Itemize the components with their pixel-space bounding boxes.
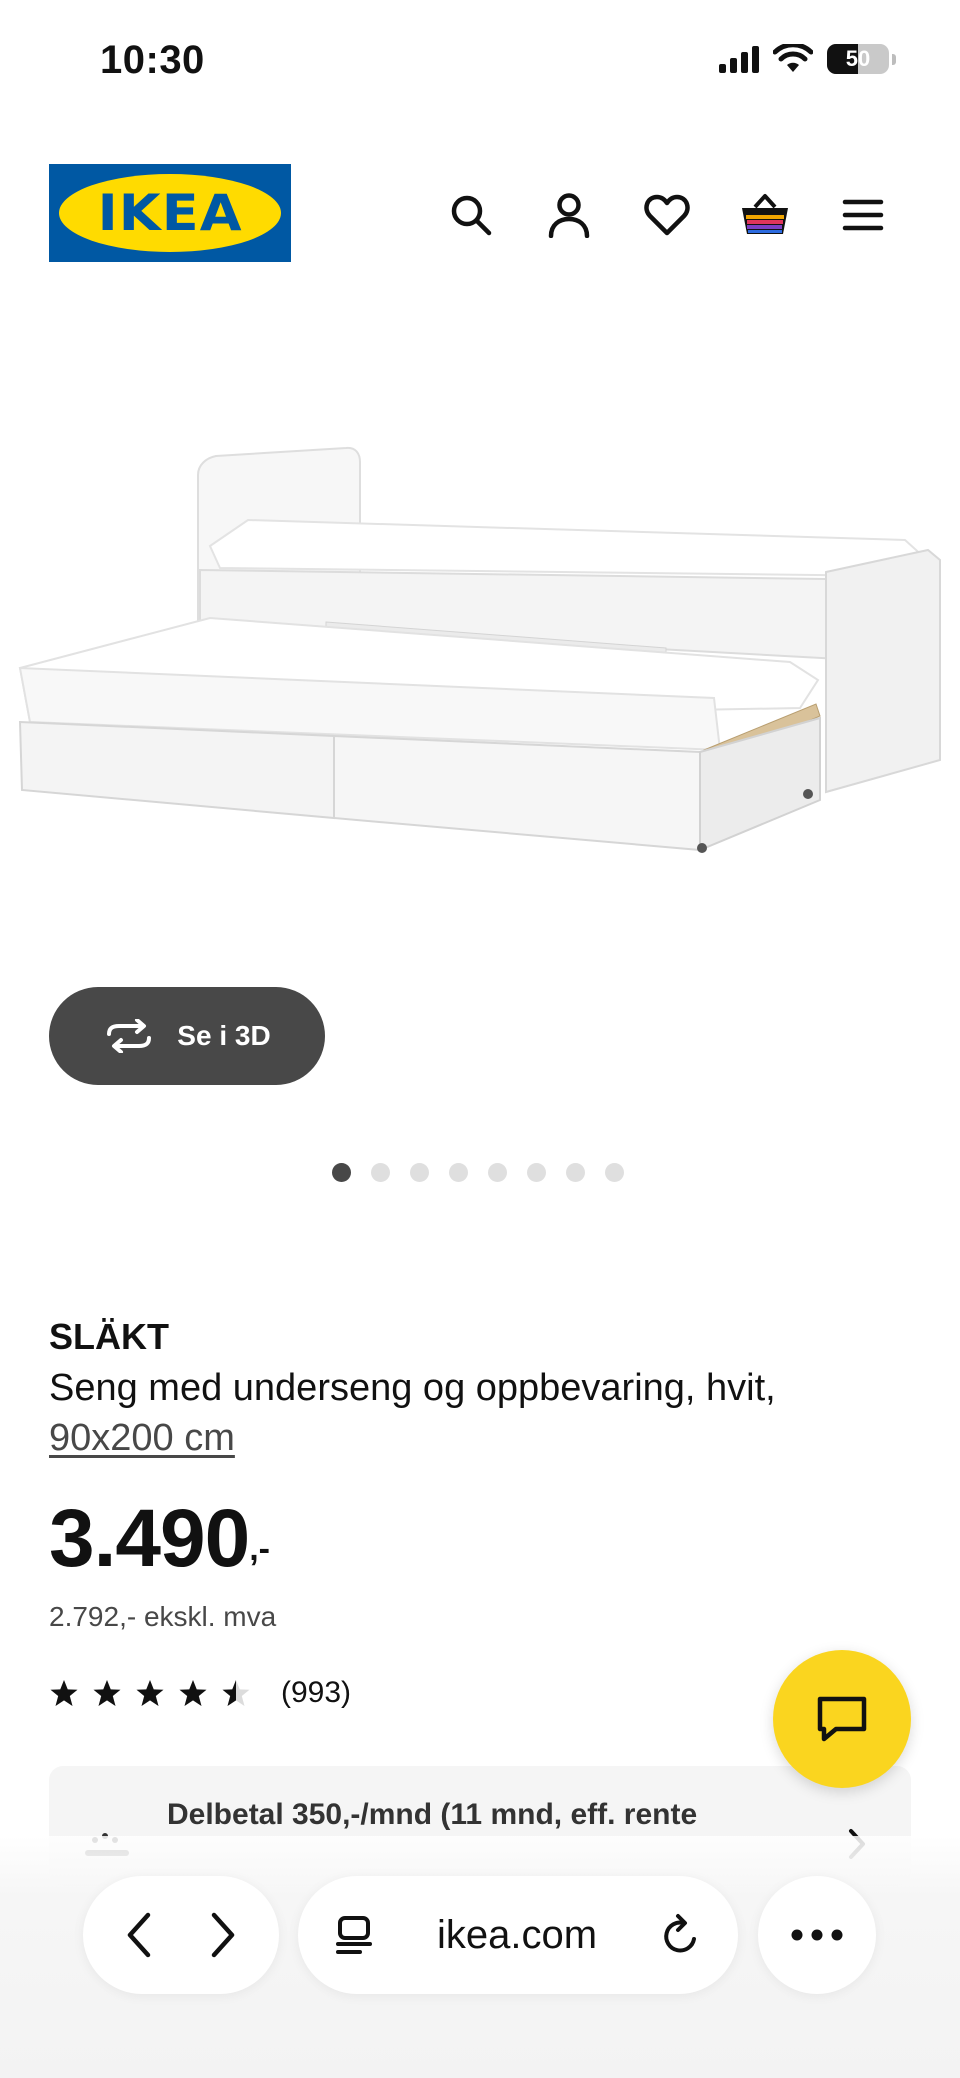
star-icon [136, 1680, 164, 1706]
price-suffix: ,- [249, 1530, 270, 1568]
carousel-dot[interactable] [605, 1163, 624, 1182]
favorites-icon[interactable] [638, 186, 696, 244]
chat-icon [817, 1696, 867, 1742]
url-text: ikea.com [436, 1912, 598, 1957]
account-icon[interactable] [540, 186, 598, 244]
product-price: 3.490 ,- [49, 1494, 270, 1584]
carousel-dot[interactable] [410, 1163, 429, 1182]
reader-button[interactable] [334, 1914, 374, 1956]
back-button[interactable] [124, 1911, 154, 1959]
star-icon [179, 1680, 207, 1706]
more-button[interactable] [758, 1876, 876, 1994]
search-icon[interactable] [442, 186, 500, 244]
status-icons: 50 [719, 44, 896, 74]
product-description: Seng med underseng og oppbevaring, hvit,… [49, 1363, 869, 1463]
product-rating[interactable]: (993) [49, 1676, 351, 1710]
carousel-dot[interactable] [527, 1163, 546, 1182]
view-3d-label: Se i 3D [177, 1020, 271, 1051]
battery-cap [892, 53, 896, 65]
wifi-icon [773, 44, 813, 72]
price-ex-vat: 2.792,- ekskl. mva [49, 1601, 277, 1632]
back-icon [127, 1912, 151, 1958]
carousel-dot[interactable] [566, 1163, 585, 1182]
browser-nav-pill [83, 1876, 279, 1994]
rating-stars [49, 1679, 251, 1707]
reader-icon [336, 1916, 372, 1954]
status-bar: 10:30 50 [0, 0, 960, 120]
product-size-link[interactable]: 90x200 cm [49, 1417, 235, 1459]
reload-button[interactable] [660, 1913, 702, 1957]
product-name: SLÄKT [49, 1316, 169, 1357]
star-icon [50, 1680, 78, 1706]
carousel-dot[interactable] [371, 1163, 390, 1182]
carousel-dots [332, 1163, 624, 1182]
site-header: IKEA [0, 160, 960, 270]
forward-icon [211, 1912, 235, 1958]
carousel-dot[interactable] [449, 1163, 468, 1182]
chat-button[interactable] [773, 1650, 911, 1788]
financing-text: Delbetal 350,-/mnd (11 mnd, eff. rente [167, 1798, 698, 1831]
battery-level: 50 [845, 46, 871, 71]
carousel-dot[interactable] [488, 1163, 507, 1182]
view-3d-button[interactable]: Se i 3D [49, 987, 325, 1085]
rotate-3d-icon [107, 1019, 152, 1053]
status-time: 10:30 [100, 38, 205, 82]
header-nav [442, 186, 892, 244]
carousel-dot[interactable] [332, 1163, 351, 1182]
cart-icon[interactable] [736, 186, 794, 244]
star-icon [222, 1680, 250, 1706]
rating-count: (993) [281, 1676, 352, 1709]
forward-button[interactable] [208, 1911, 238, 1959]
product-image[interactable] [0, 400, 960, 1000]
logo-text: IKEA [97, 184, 243, 242]
battery-icon: 50 [827, 44, 889, 74]
address-bar[interactable]: ikea.com [298, 1876, 738, 1994]
reload-icon [664, 1914, 696, 1953]
cellular-signal-icon [719, 45, 759, 73]
product-description-text: Seng med underseng og oppbevaring, hvit, [49, 1367, 776, 1409]
price-amount: 3.490 [49, 1493, 250, 1584]
star-icon [93, 1680, 121, 1706]
more-icon [791, 1929, 843, 1941]
menu-icon[interactable] [834, 186, 892, 244]
logo-oval: IKEA [59, 174, 281, 252]
browser-toolbar: ikea.com [0, 1876, 960, 1996]
ikea-logo[interactable]: IKEA [49, 164, 291, 262]
